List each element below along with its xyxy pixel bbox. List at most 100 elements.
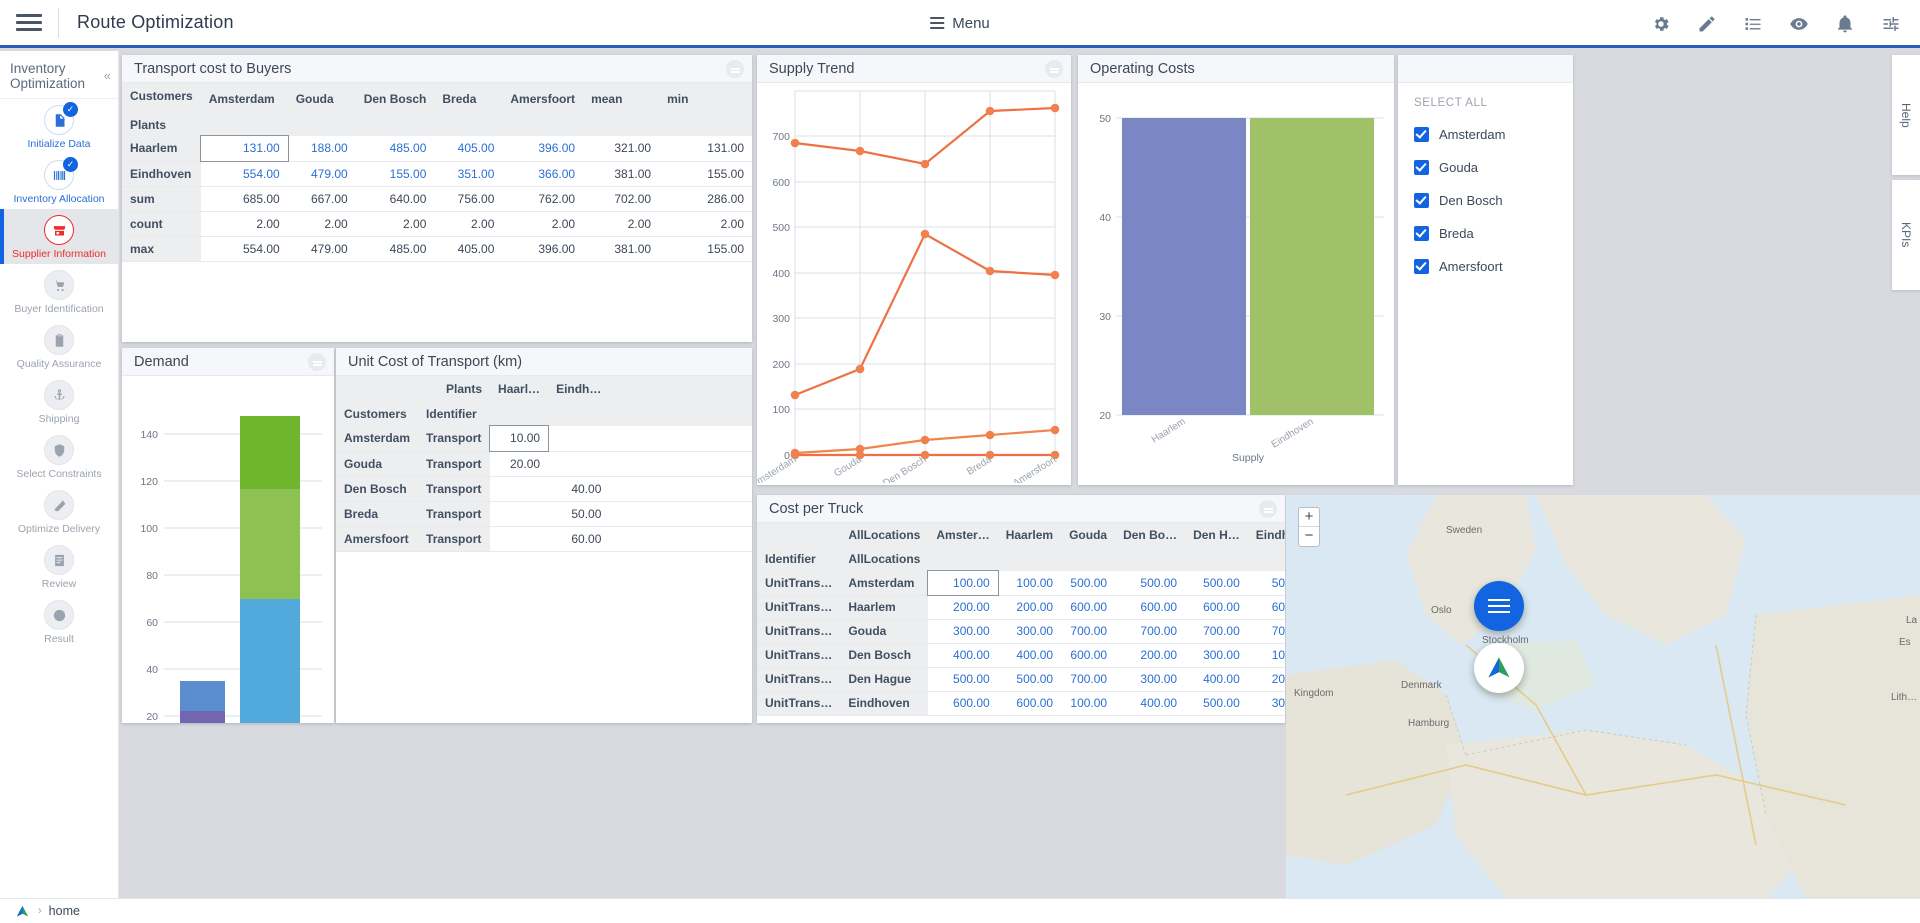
map-zoom-in-button[interactable]: + bbox=[1299, 508, 1319, 527]
cell[interactable]: 131.00 bbox=[199, 135, 289, 162]
hamburger-menu-icon[interactable] bbox=[16, 10, 42, 35]
col-header[interactable]: Amersfoort bbox=[502, 83, 584, 114]
tab-help[interactable]: Help bbox=[1892, 55, 1920, 175]
cell[interactable]: 700.00 bbox=[1247, 619, 1285, 644]
cell[interactable]: 200.00 bbox=[928, 595, 998, 620]
cell[interactable]: 500.00 bbox=[1115, 571, 1186, 596]
sidebar-item-select-constraints[interactable]: Select Constraints bbox=[0, 429, 118, 484]
cell-eindhoven[interactable] bbox=[548, 426, 610, 452]
checkbox-checked-icon[interactable] bbox=[1414, 160, 1429, 175]
sidebar-item-initialize-data[interactable]: ✓ Initialize Data bbox=[0, 99, 118, 154]
col-header[interactable]: Gouda bbox=[287, 83, 356, 114]
pencil-icon[interactable] bbox=[1696, 13, 1718, 35]
cell-haarlem[interactable] bbox=[490, 501, 549, 527]
sidebar-collapse-icon[interactable]: « bbox=[104, 68, 111, 83]
cell[interactable]: 100.00 bbox=[1061, 691, 1116, 716]
cell-haarlem[interactable]: 20.00 bbox=[490, 451, 549, 477]
sidebar-item-supplier-information[interactable]: Supplier Information bbox=[0, 209, 118, 264]
cell-eindhoven[interactable] bbox=[548, 451, 610, 477]
bell-icon[interactable] bbox=[1834, 13, 1856, 35]
cell[interactable]: 200.00 bbox=[1247, 667, 1285, 692]
cell[interactable]: 155.00 bbox=[355, 161, 435, 187]
cell[interactable]: 300.00 bbox=[1247, 691, 1285, 716]
col-header-eindhoven[interactable]: Eindh… bbox=[548, 376, 610, 401]
filter-item-gouda[interactable]: Gouda bbox=[1414, 160, 1557, 175]
gear-icon[interactable] bbox=[1650, 13, 1672, 35]
sidebar-item-result[interactable]: Result bbox=[0, 594, 118, 649]
map-menu-fab-button[interactable] bbox=[1474, 581, 1524, 631]
sidebar-item-optimize-delivery[interactable]: Optimize Delivery bbox=[0, 484, 118, 539]
filter-item-den-bosch[interactable]: Den Bosch bbox=[1414, 193, 1557, 208]
map-zoom-control[interactable]: + − bbox=[1298, 507, 1320, 547]
checkbox-checked-icon[interactable] bbox=[1414, 193, 1429, 208]
cell[interactable]: 600.00 bbox=[1185, 595, 1248, 620]
cell[interactable]: 300.00 bbox=[928, 619, 998, 644]
cell-haarlem[interactable] bbox=[490, 476, 549, 502]
cell[interactable]: 396.00 bbox=[502, 136, 584, 162]
cell[interactable]: 400.00 bbox=[997, 643, 1062, 668]
cell-eindhoven[interactable]: 40.00 bbox=[548, 476, 610, 502]
cell[interactable]: 100.00 bbox=[1247, 643, 1285, 668]
checkbox-checked-icon[interactable] bbox=[1414, 226, 1429, 241]
cell-eindhoven[interactable]: 60.00 bbox=[548, 526, 610, 552]
tab-kpis[interactable]: KPIs bbox=[1892, 180, 1920, 290]
sliders-icon[interactable] bbox=[1880, 13, 1902, 35]
cell[interactable]: 500.00 bbox=[1185, 691, 1248, 716]
cell[interactable]: 300.00 bbox=[1115, 667, 1186, 692]
cell[interactable]: 500.00 bbox=[997, 667, 1062, 692]
cell[interactable]: 300.00 bbox=[997, 619, 1062, 644]
map-navigate-fab-button[interactable] bbox=[1474, 643, 1524, 693]
cell[interactable]: 200.00 bbox=[1115, 643, 1186, 668]
cell[interactable]: 100.00 bbox=[997, 571, 1062, 596]
cell[interactable]: 600.00 bbox=[997, 691, 1062, 716]
sidebar-item-quality-assurance[interactable]: Quality Assurance bbox=[0, 319, 118, 374]
col-header[interactable]: Amsterdam bbox=[200, 83, 288, 114]
cell[interactable]: 500.00 bbox=[1247, 571, 1285, 596]
filter-item-amsterdam[interactable]: Amsterdam bbox=[1414, 127, 1557, 142]
cell[interactable]: 400.00 bbox=[1185, 667, 1248, 692]
sidebar-item-review[interactable]: Review bbox=[0, 539, 118, 594]
cell[interactable]: 700.00 bbox=[1115, 619, 1186, 644]
col-header[interactable]: min bbox=[659, 83, 752, 114]
sidebar-item-shipping[interactable]: Shipping bbox=[0, 374, 118, 429]
cell[interactable]: 200.00 bbox=[997, 595, 1062, 620]
cell[interactable]: 500.00 bbox=[928, 667, 998, 692]
col-header[interactable]: Amster… bbox=[928, 523, 998, 547]
cell[interactable]: 351.00 bbox=[434, 161, 503, 187]
cell-eindhoven[interactable]: 50.00 bbox=[548, 501, 610, 527]
cell[interactable]: 700.00 bbox=[1185, 619, 1248, 644]
map-panel[interactable]: + − Sweden Oslo Stockholm Denmark Kingdo… bbox=[1286, 495, 1920, 898]
cell[interactable]: 600.00 bbox=[1061, 595, 1116, 620]
cell[interactable]: 300.00 bbox=[1185, 643, 1248, 668]
sidebar-item-buyer-identification[interactable]: Buyer Identification bbox=[0, 264, 118, 319]
cell[interactable]: 400.00 bbox=[928, 643, 998, 668]
col-header[interactable]: Den Bosch bbox=[355, 83, 435, 114]
col-header[interactable]: Gouda bbox=[1061, 523, 1116, 547]
list-icon[interactable] bbox=[1742, 13, 1764, 35]
cell[interactable]: 600.00 bbox=[928, 691, 998, 716]
card-menu-icon[interactable] bbox=[726, 60, 744, 78]
cell[interactable]: 500.00 bbox=[1061, 571, 1116, 596]
cell[interactable]: 366.00 bbox=[502, 161, 584, 187]
sidebar-item-inventory-allocation[interactable]: ✓ Inventory Allocation bbox=[0, 154, 118, 209]
cell-haarlem[interactable]: 10.00 bbox=[489, 425, 550, 452]
filter-item-breda[interactable]: Breda bbox=[1414, 226, 1557, 241]
col-header-haarlem[interactable]: Haarl… bbox=[490, 376, 549, 401]
cell[interactable]: 600.00 bbox=[1247, 595, 1285, 620]
cell[interactable]: 554.00 bbox=[200, 161, 288, 187]
breadcrumb-home[interactable]: home bbox=[49, 904, 80, 918]
col-header[interactable]: Breda bbox=[434, 83, 503, 114]
select-all-label[interactable]: SELECT ALL bbox=[1414, 97, 1557, 109]
col-header[interactable]: Den Bo… bbox=[1115, 523, 1186, 547]
cell[interactable]: 405.00 bbox=[434, 136, 503, 162]
map-zoom-out-button[interactable]: − bbox=[1299, 527, 1319, 546]
cell[interactable]: 600.00 bbox=[1115, 595, 1186, 620]
filter-item-amersfoort[interactable]: Amersfoort bbox=[1414, 259, 1557, 274]
menu-button[interactable]: Menu bbox=[930, 14, 990, 32]
col-header[interactable]: mean bbox=[583, 83, 660, 114]
card-menu-icon[interactable] bbox=[1045, 60, 1063, 78]
checkbox-checked-icon[interactable] bbox=[1414, 127, 1429, 142]
cell[interactable]: 600.00 bbox=[1061, 643, 1116, 668]
eye-icon[interactable] bbox=[1788, 13, 1810, 35]
cell-haarlem[interactable] bbox=[490, 526, 549, 552]
